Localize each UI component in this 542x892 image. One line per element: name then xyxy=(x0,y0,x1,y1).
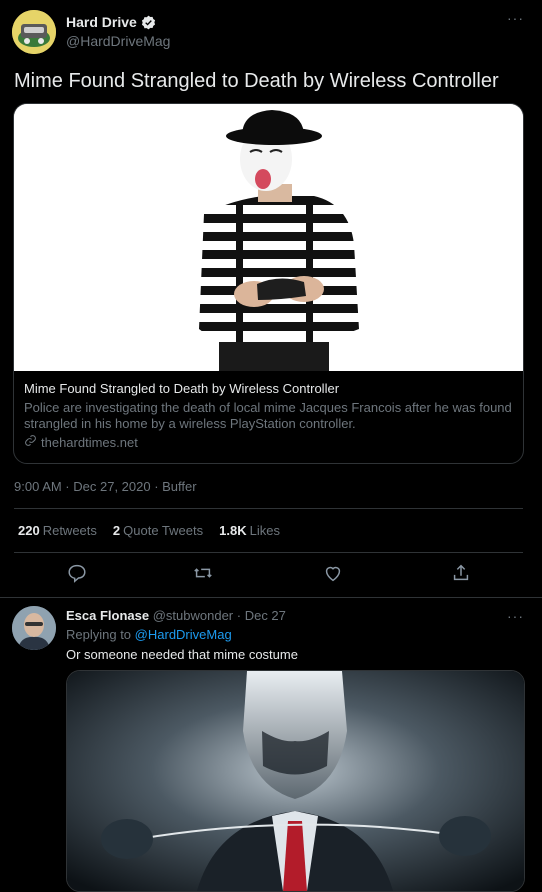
author-name[interactable]: Hard Drive xyxy=(66,14,137,30)
quotes-label: Quote Tweets xyxy=(123,523,204,538)
tweet-text: Mime Found Strangled to Death by Wireles… xyxy=(14,70,499,92)
reply-image[interactable] xyxy=(66,670,525,892)
replying-to: Replying to @HardDriveMag xyxy=(66,627,232,642)
more-icon[interactable]: ··· xyxy=(507,10,524,26)
retweets-label: Retweets xyxy=(42,523,97,538)
tweet-stats: 220 Retweets 2 Quote Tweets 1.8K Likes xyxy=(18,523,280,538)
reply-author-name[interactable]: Esca Flonase xyxy=(66,608,149,623)
reply-header: Esca Flonase @stubwonder · Dec 27 xyxy=(66,608,286,623)
card-body: Mime Found Strangled to Death by Wireles… xyxy=(14,371,523,450)
quotes-stat[interactable]: 2 Quote Tweets xyxy=(113,523,203,538)
reply-author-avatar[interactable] xyxy=(12,606,56,650)
link-card[interactable]: Mime Found Strangled to Death by Wireles… xyxy=(13,103,524,464)
divider xyxy=(14,508,523,509)
card-domain-row: thehardtimes.net xyxy=(24,434,513,450)
more-icon[interactable]: ··· xyxy=(507,608,524,624)
author-info[interactable]: Hard Drive @HardDriveMag xyxy=(66,14,170,49)
replying-to-handle[interactable]: @HardDriveMag xyxy=(135,627,232,642)
author-avatar[interactable] xyxy=(12,10,56,54)
author-handle[interactable]: @HardDriveMag xyxy=(66,33,170,49)
main-tweet: Hard Drive @HardDriveMag ··· Mime Found … xyxy=(0,0,542,598)
reply-author-handle[interactable]: @stubwonder xyxy=(153,608,233,623)
link-icon xyxy=(24,434,37,450)
author-name-row[interactable]: Hard Drive xyxy=(66,14,170,30)
card-image[interactable] xyxy=(14,104,523,371)
likes-stat[interactable]: 1.8K Likes xyxy=(219,523,280,538)
verified-badge-icon xyxy=(141,15,156,30)
reply-text: Or someone needed that mime costume xyxy=(66,647,298,662)
like-icon[interactable] xyxy=(322,562,344,584)
retweets-count: 220 xyxy=(18,523,40,538)
retweets-stat[interactable]: 220 Retweets xyxy=(18,523,97,538)
card-description: Police are investigating the death of lo… xyxy=(24,400,512,431)
likes-count: 1.8K xyxy=(219,523,247,538)
card-domain: thehardtimes.net xyxy=(41,434,138,450)
replying-to-prefix: Replying to xyxy=(66,627,132,642)
reply-tweet[interactable]: Esca Flonase @stubwonder · Dec 27 ··· Re… xyxy=(0,598,542,892)
likes-label: Likes xyxy=(249,523,280,538)
share-icon[interactable] xyxy=(450,562,472,584)
quotes-count: 2 xyxy=(112,523,121,538)
divider xyxy=(14,552,523,553)
retweet-icon[interactable] xyxy=(192,562,214,584)
tweet-actions xyxy=(0,562,542,590)
reply-date[interactable]: · Dec 27 xyxy=(237,608,286,623)
reply-icon[interactable] xyxy=(66,562,88,584)
card-title: Mime Found Strangled to Death by Wireles… xyxy=(24,381,340,396)
tweet-timestamp[interactable]: 9:00 AM · Dec 27, 2020 · Buffer xyxy=(14,479,197,494)
